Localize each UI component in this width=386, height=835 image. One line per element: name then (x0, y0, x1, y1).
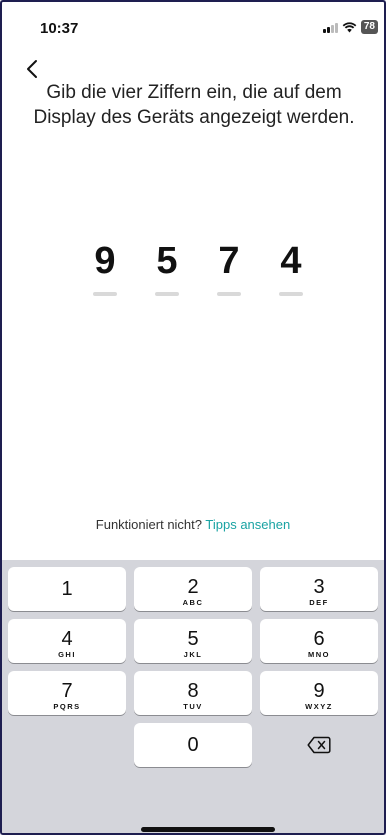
status-time: 10:37 (40, 20, 79, 37)
tips-link[interactable]: Tipps ansehen (205, 517, 290, 532)
digit-underline (217, 292, 241, 296)
key-letters: WXYZ (305, 702, 333, 711)
delete-key[interactable] (260, 723, 378, 767)
key-letters: JKL (183, 650, 203, 659)
key-6[interactable]: 6 MNO (260, 619, 378, 663)
status-icons: 78 (322, 20, 378, 34)
code-digit-slot: 4 (260, 240, 322, 296)
key-number: 0 (187, 734, 199, 756)
key-number: 8 (187, 680, 199, 702)
key-number: 7 (61, 680, 73, 702)
key-1[interactable]: 1 (8, 567, 126, 611)
help-line: Funktioniert nicht? Tipps ansehen (2, 517, 384, 532)
code-digit-slot: 5 (136, 240, 198, 296)
key-7[interactable]: 7 PQRS (8, 671, 126, 715)
key-letters: ABC (182, 598, 204, 607)
wifi-icon (342, 21, 357, 32)
code-digit-slot: 9 (74, 240, 136, 296)
key-number: 2 (187, 576, 199, 598)
key-9[interactable]: 9 WXYZ (260, 671, 378, 715)
code-digit: 5 (156, 240, 178, 282)
key-number: 5 (187, 628, 199, 650)
code-digit: 7 (218, 240, 240, 282)
key-2[interactable]: 2 ABC (134, 567, 252, 611)
code-digit: 9 (94, 240, 116, 282)
key-letters: TUV (183, 702, 203, 711)
key-5[interactable]: 5 JKL (134, 619, 252, 663)
help-question: Funktioniert nicht? (95, 517, 203, 532)
key-number: 6 (313, 628, 325, 650)
code-digit: 4 (280, 240, 302, 282)
app-screen: 10:37 78 Gib die vier Ziffern ein, die a… (0, 0, 386, 835)
key-number: 1 (61, 578, 73, 600)
key-number: 3 (313, 576, 325, 598)
back-button[interactable] (20, 58, 44, 82)
digit-underline (155, 292, 179, 296)
code-display: 9 5 7 4 (74, 240, 322, 296)
key-letters: MNO (308, 650, 330, 659)
status-bar: 10:37 78 (2, 2, 384, 54)
code-digit-slot: 7 (198, 240, 260, 296)
key-8[interactable]: 8 TUV (134, 671, 252, 715)
signal-icon (322, 22, 338, 33)
instruction-text: Gib die vier Ziffern ein, die auf dem Di… (33, 82, 355, 128)
key-0[interactable]: 0 (134, 723, 252, 767)
key-4[interactable]: 4 GHI (8, 619, 126, 663)
numeric-keypad: 1 2 ABC 3 DEF 4 GHI 5 JKL 6 MNO 7 PQRS 8… (2, 560, 384, 833)
battery-icon: 78 (360, 20, 378, 34)
chevron-left-icon (27, 60, 37, 78)
key-number: 9 (313, 680, 325, 702)
backspace-icon (307, 736, 331, 754)
key-number: 4 (61, 628, 73, 650)
digit-underline (279, 292, 303, 296)
key-3[interactable]: 3 DEF (260, 567, 378, 611)
key-letters: GHI (58, 650, 76, 659)
digit-underline (93, 292, 117, 296)
key-letters: PQRS (53, 702, 81, 711)
key-letters: DEF (309, 598, 329, 607)
home-indicator[interactable] (141, 827, 275, 832)
